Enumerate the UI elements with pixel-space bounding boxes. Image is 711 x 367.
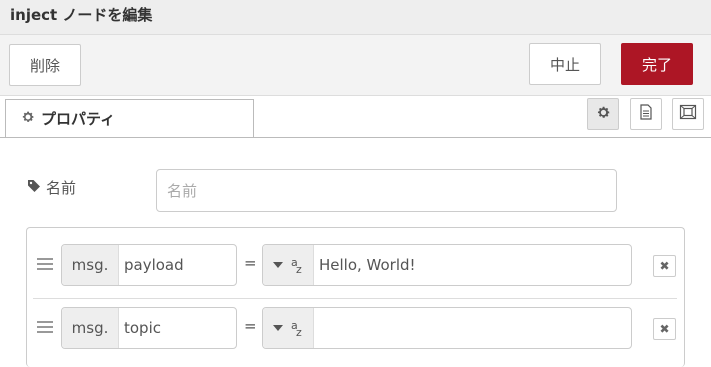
close-icon: ✖ [659,259,670,273]
property-name-value[interactable]: payload [119,245,184,285]
type-select-button[interactable]: az [263,245,314,285]
description-tab-button[interactable] [630,98,662,130]
remove-row-button[interactable]: ✖ [653,255,676,277]
name-label: 名前 [27,177,76,198]
msg-prefix[interactable]: msg. [62,245,119,285]
list-item: msg. payload = az Hello, World! ✖ [27,238,684,299]
done-button[interactable]: 完了 [621,43,693,85]
remove-row-button[interactable]: ✖ [653,318,676,340]
string-az-icon: az [291,319,302,339]
tag-icon [27,179,41,197]
list-item: msg. topic = az ✖ [27,301,684,362]
property-name-input[interactable]: msg. payload [61,244,237,286]
caret-down-icon [273,262,283,268]
equals-sign: = [244,254,257,272]
drag-handle-icon[interactable] [37,321,53,333]
gear-icon [21,109,35,128]
delete-button[interactable]: 削除 [9,44,81,86]
document-icon [639,104,653,124]
string-az-icon: az [291,256,302,276]
type-select-button[interactable]: az [263,308,314,348]
property-list: msg. payload = az Hello, World! ✖ msg. t… [26,227,685,367]
property-value[interactable] [314,308,319,348]
dialog-title: inject ノードを編集 [10,6,153,24]
settings-tab-button[interactable] [587,98,619,130]
property-value-input[interactable]: az Hello, World! [262,244,632,286]
property-name-input[interactable]: msg. topic [61,307,237,349]
close-icon: ✖ [659,322,670,336]
equals-sign: = [244,317,257,335]
dialog-titlebar: inject ノードを編集 [0,0,711,35]
caret-down-icon [273,325,283,331]
cancel-button[interactable]: 中止 [529,43,601,85]
row-divider [33,298,677,299]
msg-prefix[interactable]: msg. [62,308,119,348]
dialog-toolbar: 削除 中止 完了 [0,35,711,96]
appearance-icon [679,104,697,124]
tab-bar: プロパティ [0,96,711,138]
tab-properties-label: プロパティ [41,110,116,128]
name-input[interactable] [156,169,617,212]
appearance-tab-button[interactable] [672,98,704,130]
gear-icon [596,105,611,124]
name-label-text: 名前 [46,179,77,197]
property-value[interactable]: Hello, World! [314,245,416,285]
property-value-input[interactable]: az [262,307,632,349]
property-name-value[interactable]: topic [119,308,161,348]
drag-handle-icon[interactable] [37,258,53,270]
tab-properties[interactable]: プロパティ [5,99,254,137]
